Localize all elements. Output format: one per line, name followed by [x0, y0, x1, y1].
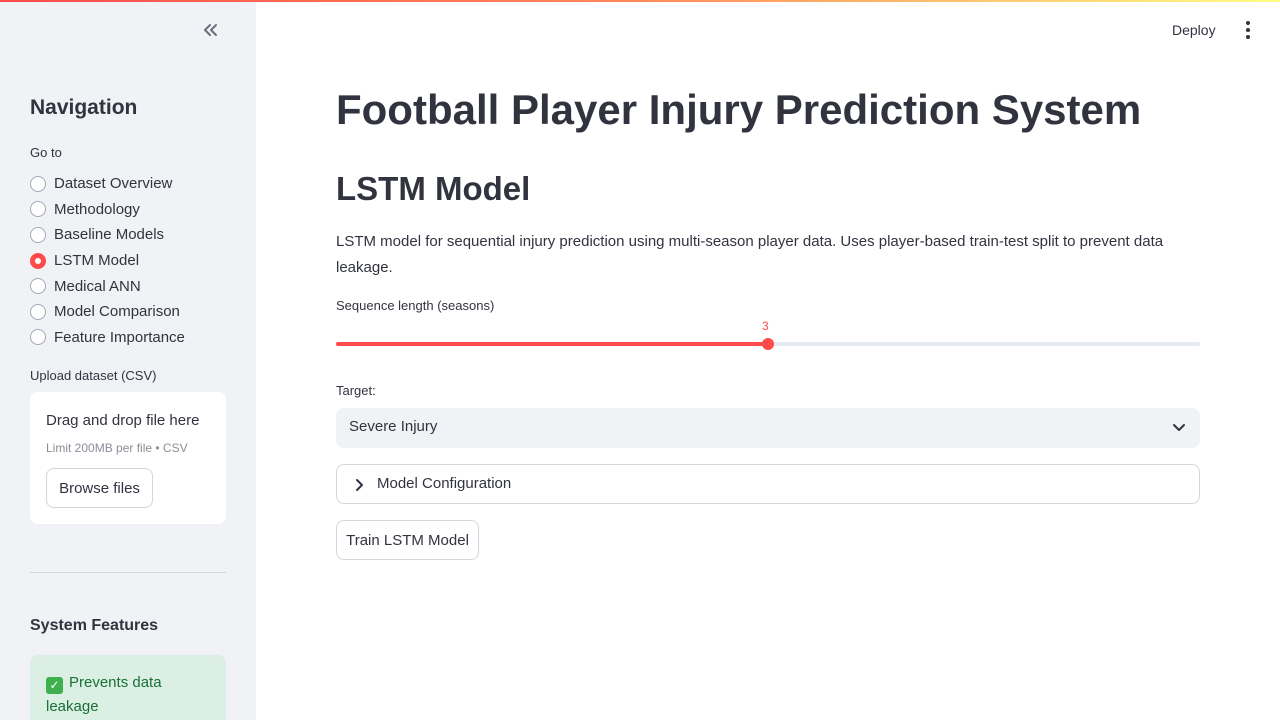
vertical-dots-icon[interactable] — [1238, 18, 1258, 42]
deploy-button[interactable]: Deploy — [1172, 18, 1216, 42]
slider-thumb[interactable] — [762, 338, 774, 350]
dropzone-title: Drag and drop file here — [46, 412, 200, 429]
collapse-sidebar-icon — [204, 24, 217, 36]
feature-success-box: ✓ Prevents data leakage — [30, 655, 226, 720]
sequence-length-slider[interactable] — [336, 338, 1200, 350]
chevron-down-icon — [1173, 424, 1185, 431]
radio-unselected-icon — [30, 329, 46, 346]
nav-radio-item[interactable]: Model Comparison — [30, 299, 185, 325]
nav-radio-label: Baseline Models — [54, 226, 165, 244]
goto-label: Go to — [30, 145, 62, 160]
radio-unselected-icon — [30, 175, 46, 192]
slider-fill — [336, 342, 768, 346]
page-title: Football Player Injury Prediction System — [336, 86, 1142, 133]
model-configuration-expander[interactable]: Model Configuration — [336, 464, 1200, 504]
check-mark-icon: ✓ — [46, 677, 63, 694]
nav-radio-item[interactable]: Feature Importance — [30, 325, 185, 351]
nav-radio-item[interactable]: LSTM Model — [30, 248, 185, 274]
double-chevron-left-icon[interactable] — [198, 18, 222, 42]
upload-label: Upload dataset (CSV) — [30, 368, 157, 383]
slider-value: 3 — [762, 319, 769, 333]
top-decoration-bar — [0, 0, 1280, 2]
nav-radio-label: LSTM Model — [54, 252, 140, 270]
nav-radio-group: Dataset Overview Methodology Baseline Mode… — [30, 171, 185, 350]
nav-radio-label: Feature Importance — [54, 328, 185, 346]
train-lstm-button[interactable]: Train LSTM Model — [336, 520, 479, 560]
radio-unselected-icon — [30, 278, 46, 295]
radio-unselected-icon — [30, 201, 46, 218]
nav-radio-label: Dataset Overview — [54, 175, 173, 193]
dropzone-limit: Limit 200MB per file • CSV — [46, 441, 188, 455]
slider-label: Sequence length (seasons) — [336, 298, 495, 313]
sidebar: Navigation Go to Dataset Overview Methodo… — [0, 0, 256, 720]
radio-unselected-icon — [30, 226, 46, 243]
nav-radio-label: Medical ANN — [54, 277, 141, 295]
nav-radio-item[interactable]: Methodology — [30, 197, 185, 223]
radio-unselected-icon — [30, 303, 46, 320]
nav-radio-item[interactable]: Dataset Overview — [30, 171, 185, 197]
features-title: System Features — [30, 617, 159, 634]
sidebar-divider — [30, 572, 226, 573]
expander-label: Model Configuration — [377, 475, 512, 492]
chevron-right-icon — [356, 479, 363, 491]
nav-radio-label: Methodology — [54, 200, 140, 218]
section-title: LSTM Model — [336, 170, 531, 207]
nav-radio-label: Model Comparison — [54, 303, 180, 321]
nav-radio-item[interactable]: Medical ANN — [30, 273, 185, 299]
target-select[interactable]: Severe Injury — [336, 408, 1200, 448]
radio-selected-icon — [30, 252, 46, 269]
file-dropzone[interactable]: Drag and drop file here Limit 200MB per … — [30, 392, 226, 524]
target-select-value: Severe Injury — [349, 418, 438, 435]
target-label: Target: — [336, 383, 376, 398]
feature-text: Prevents data leakage — [46, 674, 162, 715]
nav-radio-item[interactable]: Baseline Models — [30, 222, 185, 248]
nav-title: Navigation — [30, 96, 138, 119]
browse-files-button[interactable]: Browse files — [46, 468, 153, 508]
section-description: LSTM model for sequential injury predict… — [336, 233, 1164, 276]
